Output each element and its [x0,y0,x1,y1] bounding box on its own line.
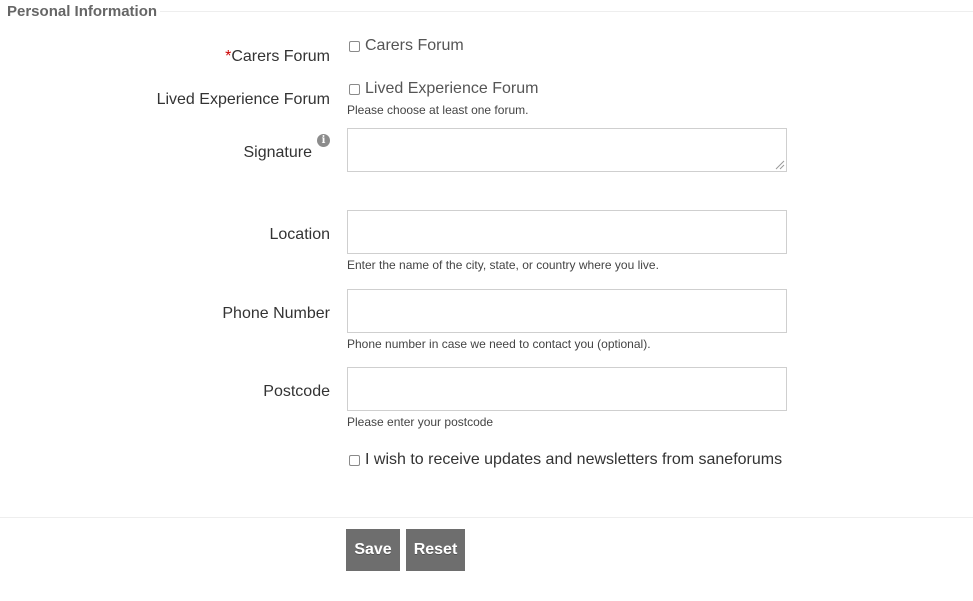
phone-input[interactable] [347,289,787,333]
lived-experience-forum-label: Lived Experience Forum [156,91,330,108]
location-input[interactable] [347,210,787,254]
carers-forum-checkbox[interactable] [349,40,360,52]
carers-forum-option-label[interactable]: Carers Forum [365,37,464,55]
reset-button[interactable]: Reset [406,529,465,571]
lived-experience-forum-option-label[interactable]: Lived Experience Forum [365,80,538,98]
phone-help-text: Phone number in case we need to contact … [347,337,651,351]
signature-label: Signature [243,144,313,161]
carers-forum-label-text: Carers Forum [231,48,330,65]
carers-forum-label: *Carers Forum [8,48,330,66]
form-actions-divider [0,517,973,518]
phone-label: Phone Number [222,305,330,322]
newsletter-checkbox[interactable] [349,454,360,466]
save-button[interactable]: Save [346,529,400,571]
resize-grip-icon[interactable] [773,158,785,170]
postcode-label: Postcode [263,383,330,400]
postcode-help-text: Please enter your postcode [347,415,494,429]
location-label: Location [269,226,331,243]
carers-forum-option[interactable]: Carers Forum [349,37,464,55]
lived-experience-forum-checkbox[interactable] [349,83,360,95]
lived-experience-forum-option[interactable]: Lived Experience Forum [349,80,538,98]
signature-textarea[interactable] [347,128,787,172]
forum-help-text: Please choose at least one forum. [347,103,529,117]
newsletter-option[interactable]: I wish to receive updates and newsletter… [349,451,782,469]
postcode-input[interactable] [347,367,787,411]
section-title: Personal Information [7,3,158,20]
newsletter-label[interactable]: I wish to receive updates and newsletter… [365,451,782,469]
section-divider [160,11,973,12]
location-help-text: Enter the name of the city, state, or co… [347,258,659,272]
info-icon[interactable]: i [317,134,330,147]
